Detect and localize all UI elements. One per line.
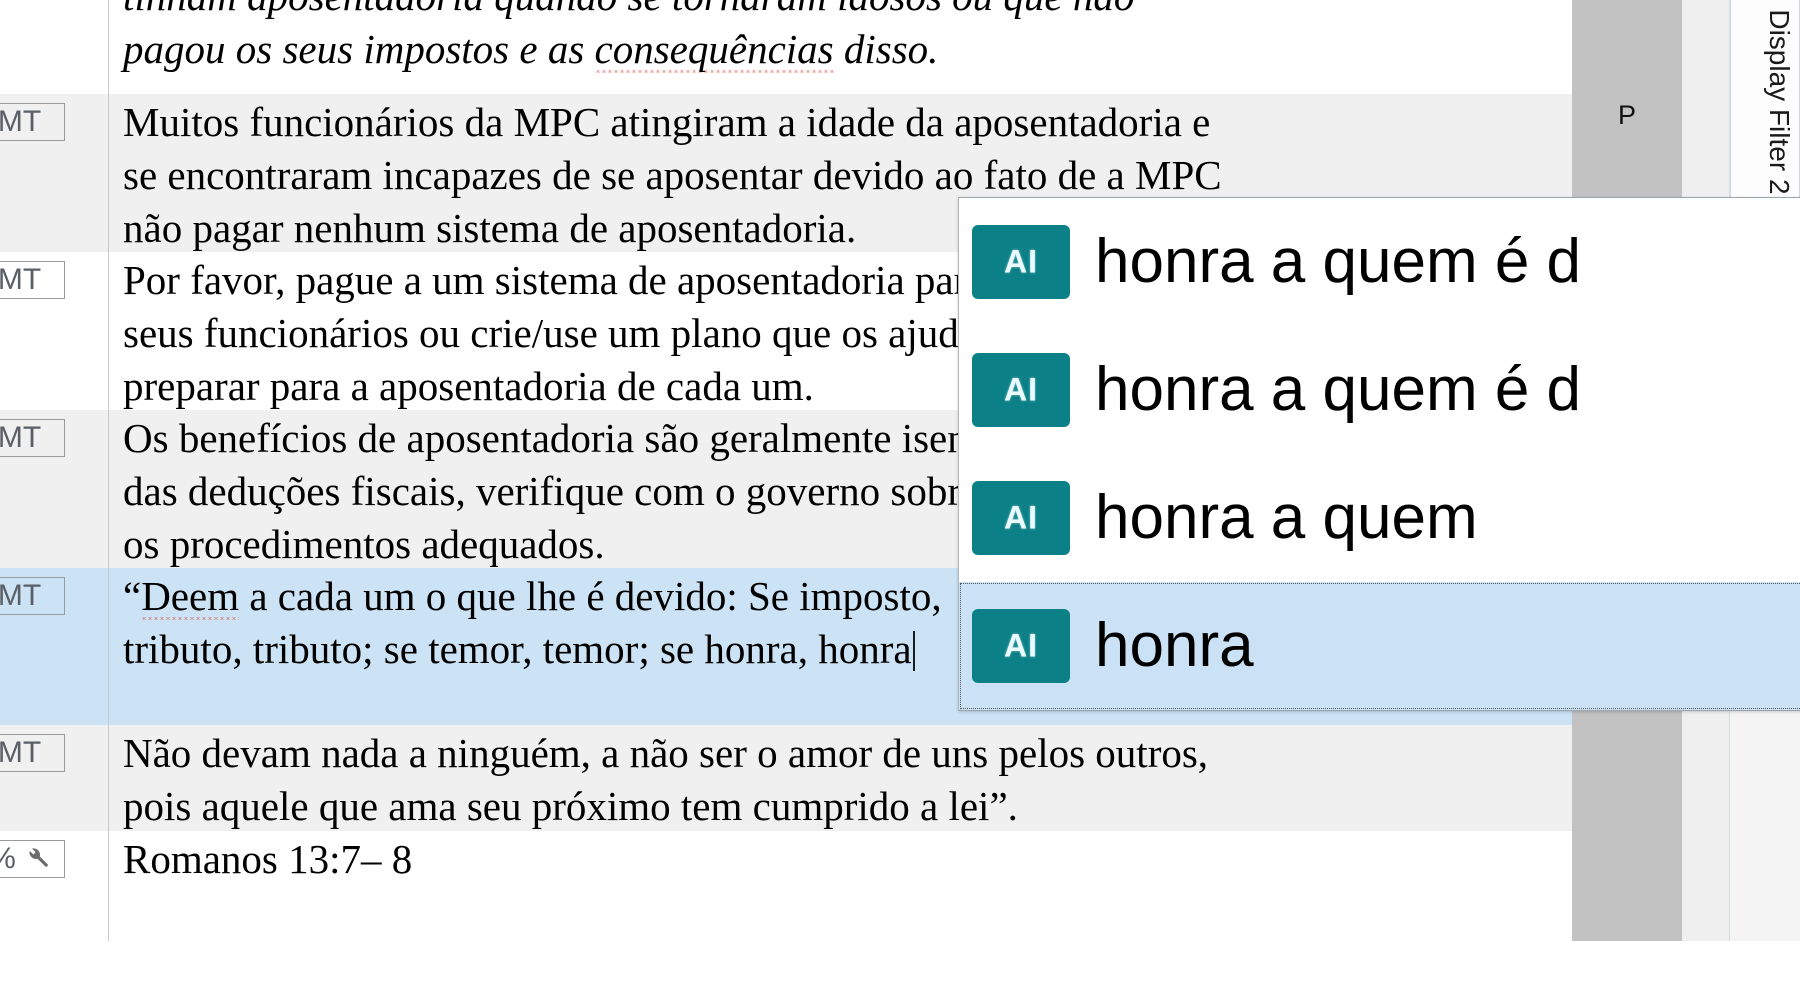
target-text-line: pois aquele que ama seu próximo tem cump… bbox=[123, 783, 1018, 829]
comment-column-cell[interactable] bbox=[1682, 831, 1730, 941]
ai-icon-glyph: AI bbox=[1004, 499, 1038, 536]
ai-suggestion-icon: AI bbox=[973, 610, 1069, 682]
segment-status-cell[interactable]: MT bbox=[0, 725, 109, 831]
ai-suggestion-icon: AI bbox=[973, 354, 1069, 426]
target-text-cell[interactable]: Romanos 13:7– 8 bbox=[109, 831, 1572, 941]
mt-badge[interactable]: MT bbox=[0, 419, 65, 457]
status-badge-label: MT bbox=[0, 736, 42, 769]
autocomplete-item-label: honra a quem bbox=[1095, 483, 1478, 552]
target-text-line: se encontraram incapazes de se aposentar… bbox=[123, 152, 1222, 198]
target-text-line: pagou os seus impostos e as consequência… bbox=[123, 26, 939, 72]
target-text-cell[interactable]: Não devam nada a ninguém, a não ser o am… bbox=[109, 725, 1572, 831]
autocomplete-item-label: honra bbox=[1095, 611, 1254, 680]
segment-status-cell[interactable]: MT bbox=[0, 410, 109, 568]
autocomplete-item[interactable]: AI honra a quem é d bbox=[959, 326, 1800, 454]
segment-status-cell[interactable]: MT bbox=[0, 94, 109, 252]
target-text-line: Romanos 13:7– 8 bbox=[123, 836, 413, 882]
spellcheck-underline: Deem bbox=[141, 573, 240, 619]
wrench-icon bbox=[24, 843, 50, 877]
status-badge-label: MT bbox=[0, 421, 42, 454]
ai-suggestion-icon: AI bbox=[973, 226, 1069, 298]
ai-icon-glyph: AI bbox=[1004, 627, 1038, 664]
segment-status-cell[interactable]: MT bbox=[0, 252, 109, 410]
comment-column-cell[interactable] bbox=[1682, 725, 1730, 831]
mt-badge[interactable]: MT bbox=[0, 261, 65, 299]
mt-badge[interactable]: MT bbox=[0, 734, 65, 772]
segment-row[interactable]: % Romanos 13:7– 8 bbox=[0, 831, 1800, 941]
autocomplete-item[interactable]: AI honra a quem é d bbox=[959, 198, 1800, 326]
autocomplete-item[interactable]: AI honra a quem bbox=[959, 454, 1800, 582]
segment-state-cell[interactable] bbox=[1572, 0, 1682, 94]
status-badge-label: % bbox=[0, 842, 16, 875]
segment-status-cell[interactable] bbox=[0, 0, 109, 94]
comment-column-cell[interactable] bbox=[1682, 0, 1730, 94]
ai-icon-glyph: AI bbox=[1004, 371, 1038, 408]
segment-row[interactable]: tinham aposentadoria quando se tornaram … bbox=[0, 0, 1800, 94]
status-badge-label: MT bbox=[0, 105, 42, 138]
target-text-cell[interactable]: tinham aposentadoria quando se tornaram … bbox=[109, 0, 1572, 94]
target-text-line: Não devam nada a ninguém, a não ser o am… bbox=[123, 730, 1209, 776]
extra-column-cell[interactable] bbox=[1730, 831, 1800, 941]
ai-icon-glyph: AI bbox=[1004, 243, 1038, 280]
mt-badge[interactable]: MT bbox=[0, 577, 65, 615]
autocomplete-dropdown[interactable]: AI honra a quem é d AI honra a quem é d AI ho… bbox=[958, 197, 1800, 711]
autocomplete-item-label: honra a quem é d bbox=[1095, 227, 1582, 296]
segment-row[interactable]: MT Não devam nada a ninguém, a não ser o … bbox=[0, 725, 1800, 831]
sidebar-tab-display-filter[interactable]: d Display Filter 2 bbox=[1730, 0, 1800, 215]
target-text-line: tinham aposentadoria quando se tornaram … bbox=[123, 0, 1572, 23]
spellcheck-underline: consequências bbox=[594, 26, 834, 72]
segment-status-cell[interactable]: % bbox=[0, 831, 109, 941]
autocomplete-item[interactable]: AI honra bbox=[959, 582, 1800, 710]
extra-column-cell[interactable] bbox=[1730, 725, 1800, 831]
segment-state-cell[interactable] bbox=[1572, 831, 1682, 941]
sidebar-tab-label: d Display Filter 2 bbox=[1764, 0, 1795, 195]
target-text-line: Muitos funcionários da MPC atingiram a i… bbox=[123, 99, 1211, 145]
text-cursor bbox=[912, 631, 915, 671]
match-rate-badge[interactable]: % bbox=[0, 840, 65, 878]
segment-state-label: P bbox=[1617, 100, 1636, 130]
status-badge-label: MT bbox=[0, 579, 42, 612]
autocomplete-item-label: honra a quem é d bbox=[1095, 355, 1582, 424]
mt-badge[interactable]: MT bbox=[0, 103, 65, 141]
status-badge-label: MT bbox=[0, 263, 42, 296]
segment-state-cell[interactable] bbox=[1572, 725, 1682, 831]
segment-status-cell[interactable]: MT bbox=[0, 568, 109, 725]
ai-suggestion-icon: AI bbox=[973, 482, 1069, 554]
